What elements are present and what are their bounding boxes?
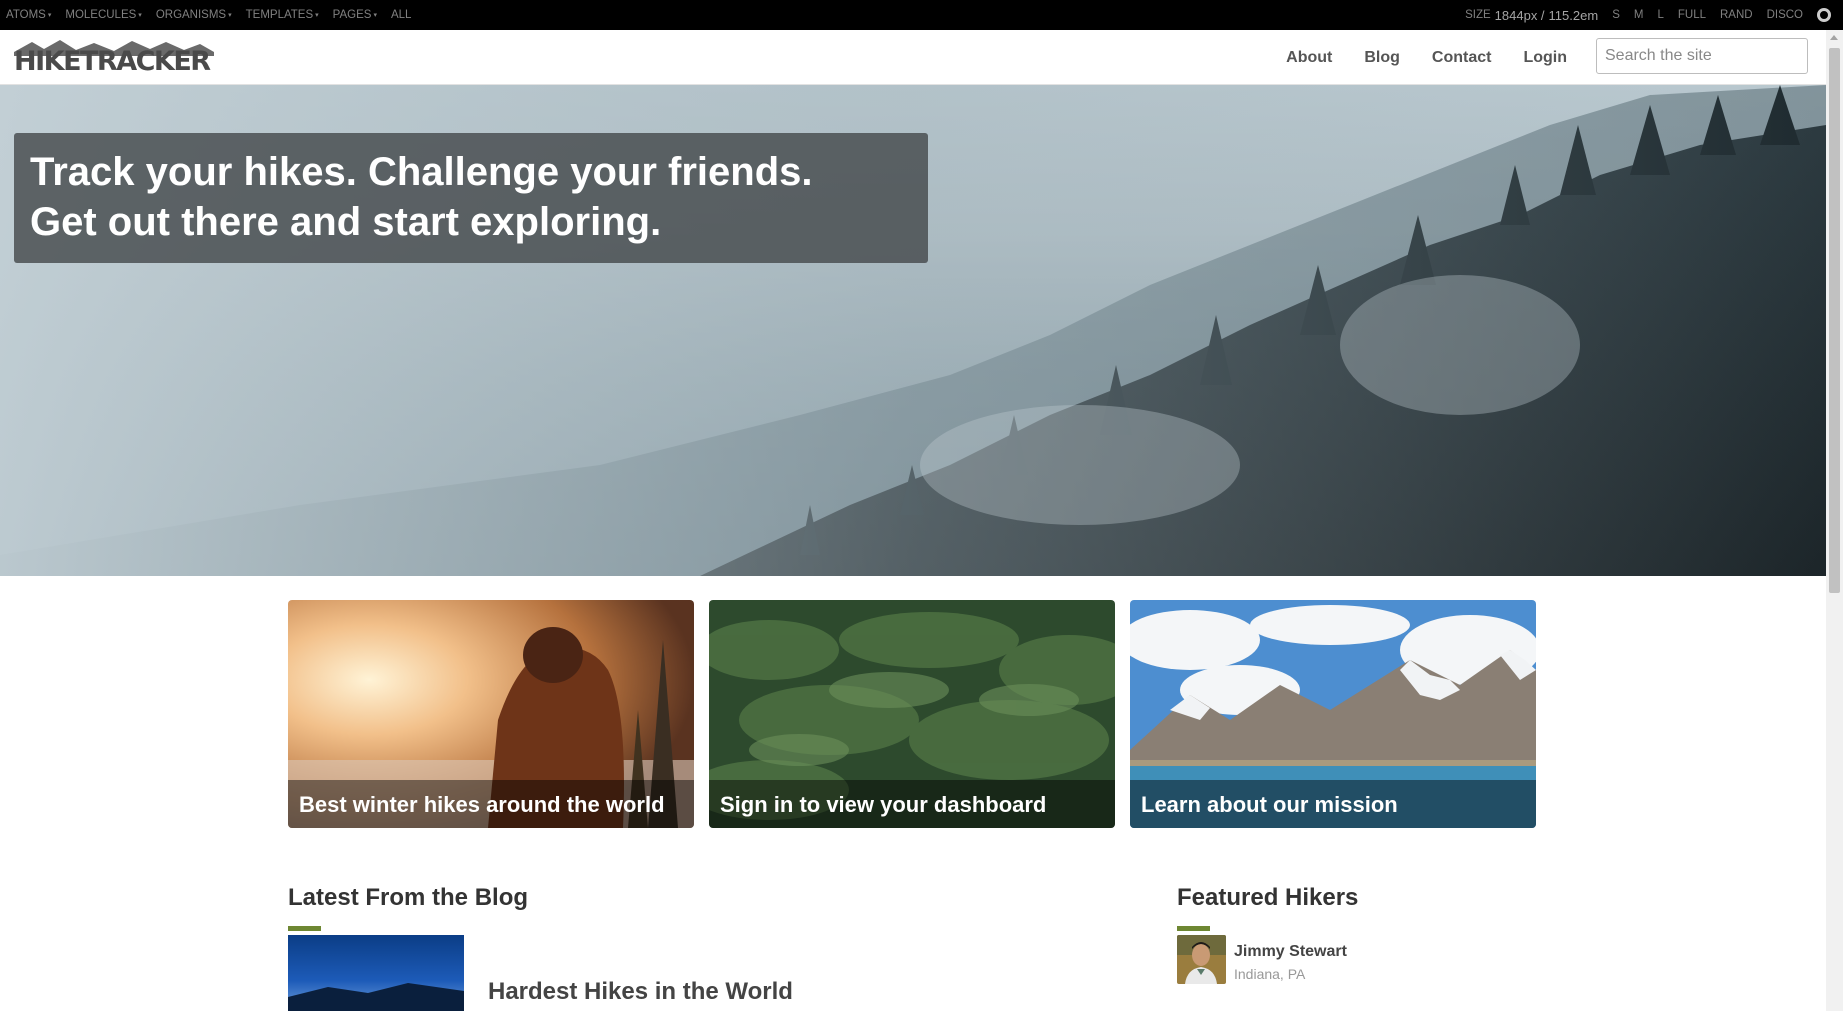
toolbar-menu-label: ATOMS: [6, 9, 46, 21]
nav-about[interactable]: About: [1286, 49, 1332, 67]
caret-down-icon: ▾: [138, 12, 142, 19]
blog-section-title: Latest From the Blog: [288, 884, 529, 931]
hiker-name[interactable]: Jimmy Stewart: [1234, 943, 1347, 961]
hiker-location: Indiana, PA: [1234, 966, 1306, 982]
size-small-button[interactable]: S: [1612, 9, 1620, 21]
size-label: SIZE: [1465, 9, 1491, 21]
main-nav: About Blog Contact Login: [1286, 30, 1567, 85]
hero-line-2: Get out there and start exploring.: [30, 200, 662, 244]
caret-down-icon: ▾: [228, 12, 232, 19]
heading-accent-bar: [288, 926, 321, 931]
toolbar-size-controls: SIZE 1844px / 115.2em S M L FULL RAND DI…: [1465, 0, 1831, 30]
size-random-button[interactable]: RAND: [1720, 9, 1753, 21]
size-large-button[interactable]: L: [1657, 9, 1663, 21]
patternlab-toolbar: ATOMS ▾ MOLECULES ▾ ORGANISMS ▾ TEMPLATES ▾ …: [0, 0, 1843, 30]
hero-line-1: Track your hikes. Challenge your friends…: [30, 150, 813, 194]
blog-post-thumbnail[interactable]: [288, 935, 464, 1011]
size-disco-button[interactable]: DISCO: [1767, 9, 1803, 21]
nav-login[interactable]: Login: [1523, 49, 1567, 67]
promo-cards: Best winter hikes around the world Sign …: [288, 600, 1536, 828]
site-logo[interactable]: HIKETRACKER: [14, 38, 214, 77]
search-input[interactable]: [1596, 38, 1808, 74]
heading-accent-bar: [1177, 926, 1210, 931]
night-sky-image: [288, 935, 464, 1011]
caret-down-icon: ▾: [315, 12, 319, 19]
toolbar-menu-molecules[interactable]: MOLECULES ▾: [65, 9, 141, 21]
caret-down-icon: ▾: [373, 12, 377, 19]
promo-caption: Best winter hikes around the world: [288, 780, 694, 828]
hikers-section-heading: Featured Hikers: [1177, 884, 1359, 911]
toolbar-menu-atoms[interactable]: ATOMS ▾: [6, 9, 51, 21]
hikers-section-title: Featured Hikers: [1177, 884, 1359, 931]
toolbar-menu-label: ALL: [390, 9, 412, 21]
size-em-value[interactable]: 115.2em: [1549, 8, 1599, 23]
promo-caption: Sign in to view your dashboard: [709, 780, 1115, 828]
toolbar-menu-label: TEMPLATES: [245, 9, 314, 21]
hero-heading: Track your hikes. Challenge your friends…: [30, 147, 912, 247]
promo-card-mission[interactable]: Learn about our mission: [1130, 600, 1536, 828]
hiker-photo: [1177, 935, 1226, 984]
blog-post-title[interactable]: Hardest Hikes in the World: [488, 978, 793, 1006]
site-header: HIKETRACKER About Blog Contact Login: [0, 30, 1826, 85]
size-full-button[interactable]: FULL: [1678, 9, 1706, 21]
page-scrollbar[interactable]: [1826, 30, 1843, 1011]
size-medium-button[interactable]: M: [1634, 9, 1644, 21]
caret-down-icon: ▾: [47, 12, 52, 19]
gear-icon[interactable]: [1817, 8, 1831, 22]
toolbar-menu-pages[interactable]: PAGES ▾: [333, 9, 377, 21]
toolbar-menus: ATOMS ▾ MOLECULES ▾ ORGANISMS ▾ TEMPLATES ▾ …: [6, 0, 411, 30]
promo-caption: Learn about our mission: [1130, 780, 1536, 828]
size-px-value[interactable]: 1844px /: [1495, 8, 1545, 23]
nav-contact[interactable]: Contact: [1432, 49, 1492, 67]
nav-blog[interactable]: Blog: [1364, 49, 1400, 67]
toolbar-menu-organisms[interactable]: ORGANISMS ▾: [156, 9, 232, 21]
toolbar-menu-label: PAGES: [332, 9, 372, 21]
promo-card-winter-hikes[interactable]: Best winter hikes around the world: [288, 600, 694, 828]
promo-card-dashboard[interactable]: Sign in to view your dashboard: [709, 600, 1115, 828]
avatar[interactable]: [1177, 935, 1226, 984]
scroll-up-icon[interactable]: [1830, 35, 1838, 40]
hero-message: Track your hikes. Challenge your friends…: [14, 133, 928, 263]
hero-banner: Track your hikes. Challenge your friends…: [0, 85, 1826, 576]
toolbar-menu-label: MOLECULES: [65, 9, 137, 21]
toolbar-menu-all[interactable]: ALL: [391, 9, 411, 21]
scrollbar-thumb[interactable]: [1829, 48, 1840, 593]
blog-section-heading: Latest From the Blog: [288, 884, 529, 911]
viewport-size-readout: SIZE 1844px / 115.2em: [1465, 8, 1598, 23]
toolbar-menu-label: ORGANISMS: [155, 9, 227, 21]
toolbar-menu-templates[interactable]: TEMPLATES ▾: [246, 9, 319, 21]
logo-text: HIKETRACKER: [14, 46, 211, 77]
